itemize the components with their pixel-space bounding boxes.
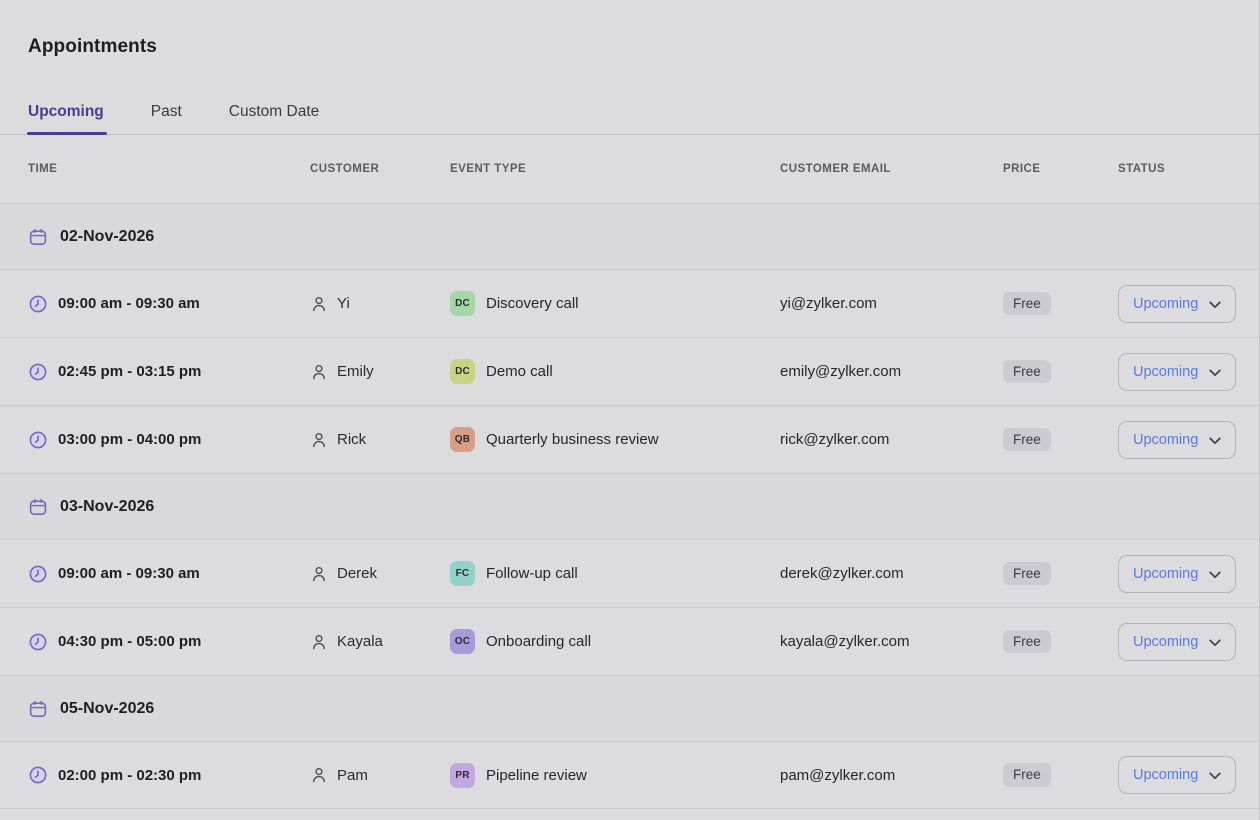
column-header-event-type: EVENT TYPE <box>450 163 780 175</box>
appointment-row[interactable]: 04:30 pm - 05:00 pm Kayala OC Onboarding… <box>0 607 1259 675</box>
date-group-header: 03-Nov-2026 <box>0 473 1259 539</box>
event-type-name: Pipeline review <box>486 767 587 784</box>
customer-name: Rick <box>337 431 366 448</box>
customer-email: yi@zylker.com <box>780 295 877 312</box>
person-icon <box>310 431 328 449</box>
appointment-row[interactable]: 03:00 pm - 04:00 pm Rick QB Quarterly bu… <box>0 405 1259 473</box>
price-badge: Free <box>1003 360 1051 384</box>
customer-email: derek@zylker.com <box>780 565 904 582</box>
column-header-customer-email: CUSTOMER EMAIL <box>780 163 1003 175</box>
person-icon <box>310 565 328 583</box>
event-type-name: Demo call <box>486 363 553 380</box>
appointment-time: 03:00 pm - 04:00 pm <box>58 431 201 448</box>
column-header-status: STATUS <box>1118 163 1259 175</box>
clock-icon <box>28 632 48 652</box>
status-label: Upcoming <box>1133 767 1198 783</box>
appointment-time: 09:00 am - 09:30 am <box>58 295 200 312</box>
event-type-name: Quarterly business review <box>486 431 659 448</box>
tab-bar: Upcoming Past Custom Date <box>0 103 1259 135</box>
customer-name: Pam <box>337 767 368 784</box>
event-type-badge: OC <box>450 629 475 654</box>
appointment-row[interactable]: 02:00 pm - 02:30 pm Pam PR Pipeline revi… <box>0 741 1259 809</box>
price-badge: Free <box>1003 562 1051 586</box>
tab-custom-date[interactable]: Custom Date <box>229 103 319 134</box>
event-type-badge: DC <box>450 291 475 316</box>
group-date-label: 02-Nov-2026 <box>60 228 154 246</box>
customer-email: pam@zylker.com <box>780 767 895 784</box>
page-title: Appointments <box>28 36 1231 58</box>
status-label: Upcoming <box>1133 364 1198 380</box>
status-dropdown[interactable]: Upcoming <box>1118 623 1236 661</box>
clock-icon <box>28 564 48 584</box>
status-label: Upcoming <box>1133 432 1198 448</box>
group-date-label: 05-Nov-2026 <box>60 700 154 718</box>
customer-email: rick@zylker.com <box>780 431 889 448</box>
appointment-time: 09:00 am - 09:30 am <box>58 565 200 582</box>
event-type-name: Follow-up call <box>486 565 578 582</box>
group-date-label: 03-Nov-2026 <box>60 498 154 516</box>
appointments-page: Appointments Upcoming Past Custom Date T… <box>0 0 1260 820</box>
status-dropdown[interactable]: Upcoming <box>1118 756 1236 794</box>
event-type-name: Onboarding call <box>486 633 591 650</box>
chevron-down-icon <box>1209 571 1221 579</box>
chevron-down-icon <box>1209 301 1221 309</box>
appointment-time: 04:30 pm - 05:00 pm <box>58 633 201 650</box>
clock-icon <box>28 765 48 785</box>
date-group-header: 02-Nov-2026 <box>0 203 1259 269</box>
chevron-down-icon <box>1209 437 1221 445</box>
event-type-name: Discovery call <box>486 295 579 312</box>
person-icon <box>310 766 328 784</box>
appointment-row[interactable]: 09:00 am - 09:30 am Derek FC Follow-up c… <box>0 539 1259 607</box>
tab-upcoming[interactable]: Upcoming <box>28 103 104 134</box>
customer-name: Kayala <box>337 633 383 650</box>
status-label: Upcoming <box>1133 634 1198 650</box>
price-badge: Free <box>1003 763 1051 787</box>
person-icon <box>310 295 328 313</box>
person-icon <box>310 363 328 381</box>
column-header-time: TIME <box>28 163 310 175</box>
customer-email: emily@zylker.com <box>780 363 901 380</box>
event-type-badge: FC <box>450 561 475 586</box>
price-badge: Free <box>1003 428 1051 452</box>
event-type-badge: PR <box>450 763 475 788</box>
customer-name: Emily <box>337 363 374 380</box>
status-dropdown[interactable]: Upcoming <box>1118 421 1236 459</box>
price-badge: Free <box>1003 630 1051 654</box>
event-type-badge: QB <box>450 427 475 452</box>
appointment-time: 02:00 pm - 02:30 pm <box>58 767 201 784</box>
tab-past[interactable]: Past <box>151 103 182 134</box>
clock-icon <box>28 362 48 382</box>
calendar-icon <box>28 699 48 719</box>
chevron-down-icon <box>1209 639 1221 647</box>
clock-icon <box>28 430 48 450</box>
chevron-down-icon <box>1209 772 1221 780</box>
customer-email: kayala@zylker.com <box>780 633 909 650</box>
table-header-row: TIME CUSTOMER EVENT TYPE CUSTOMER EMAIL … <box>0 135 1259 203</box>
event-type-badge: DC <box>450 359 475 384</box>
status-dropdown[interactable]: Upcoming <box>1118 353 1236 391</box>
customer-name: Derek <box>337 565 377 582</box>
price-badge: Free <box>1003 292 1051 316</box>
appointment-row[interactable]: 02:45 pm - 03:15 pm Emily DC Demo call e… <box>0 337 1259 405</box>
column-header-price: PRICE <box>1003 163 1118 175</box>
status-label: Upcoming <box>1133 296 1198 312</box>
status-label: Upcoming <box>1133 566 1198 582</box>
column-header-customer: CUSTOMER <box>310 163 450 175</box>
customer-name: Yi <box>337 295 350 312</box>
appointment-time: 02:45 pm - 03:15 pm <box>58 363 201 380</box>
calendar-icon <box>28 227 48 247</box>
page-header: Appointments <box>0 0 1259 58</box>
status-dropdown[interactable]: Upcoming <box>1118 555 1236 593</box>
appointments-list: 02-Nov-2026 09:00 am - 09:30 am Yi DC Di… <box>0 203 1259 809</box>
person-icon <box>310 633 328 651</box>
appointment-row[interactable]: 09:00 am - 09:30 am Yi DC Discovery call… <box>0 269 1259 337</box>
date-group-header: 05-Nov-2026 <box>0 675 1259 741</box>
chevron-down-icon <box>1209 369 1221 377</box>
calendar-icon <box>28 497 48 517</box>
clock-icon <box>28 294 48 314</box>
status-dropdown[interactable]: Upcoming <box>1118 285 1236 323</box>
